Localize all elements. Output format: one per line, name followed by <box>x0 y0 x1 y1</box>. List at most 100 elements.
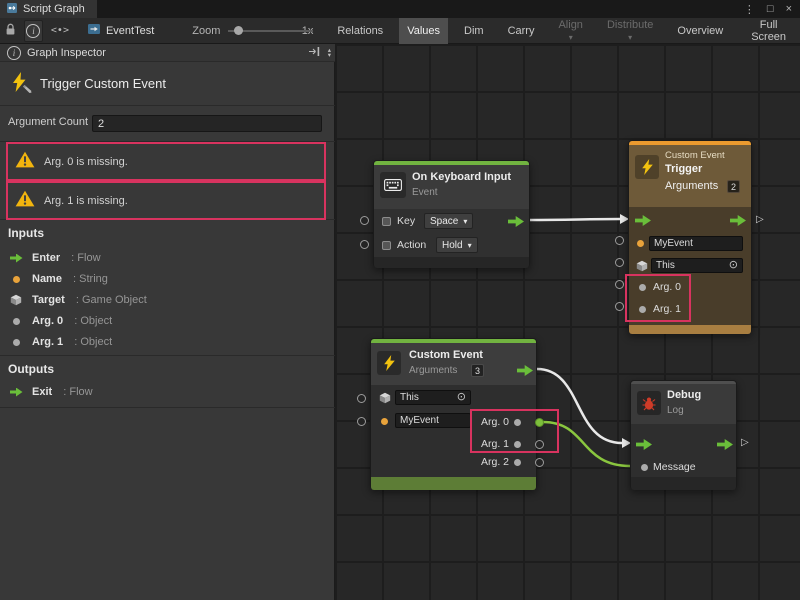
string-dot-icon <box>8 276 24 283</box>
arg1-output-port[interactable] <box>535 440 544 449</box>
code-icon[interactable]: <∙> <box>51 25 69 36</box>
dim-button[interactable]: Dim <box>456 18 492 44</box>
object-picker-icon[interactable]: ⊙ <box>729 260 738 271</box>
object-dot-icon <box>8 318 24 325</box>
node-debug-log[interactable]: Debug Log Message <box>630 380 737 490</box>
graph-asset-icon <box>87 23 101 38</box>
node-footer <box>631 477 736 490</box>
target-field[interactable]: This ⊙ <box>651 258 743 273</box>
flow-in-port[interactable] <box>635 215 651 226</box>
target-value: This <box>656 260 675 271</box>
argument-count-field[interactable]: 2 <box>92 115 322 132</box>
wire-args-to-debug[interactable] <box>537 369 622 443</box>
object-dot-icon <box>8 339 24 346</box>
zoom-slider[interactable] <box>228 24 293 38</box>
object-dot-icon <box>639 306 646 313</box>
chevron-down-icon: ▾ <box>569 33 573 42</box>
node-custom-event[interactable]: Custom Event Arguments 3 This ⊙ MyEvent … <box>370 338 537 490</box>
relations-button[interactable]: Relations <box>329 18 391 44</box>
io-row-name: Name : String <box>8 271 108 287</box>
close-icon[interactable]: × <box>786 3 792 15</box>
keyboard-icon <box>380 172 406 198</box>
action-dropdown[interactable]: Hold ▾ <box>436 237 478 253</box>
maximize-icon[interactable]: □ <box>767 3 774 15</box>
argument-count-badge: 3 <box>471 364 484 377</box>
warning-row: Arg. 0 is missing. <box>0 142 335 181</box>
input-port[interactable] <box>615 236 624 245</box>
lock-icon[interactable] <box>5 23 16 39</box>
port-label-action: Action <box>397 239 426 251</box>
overview-button[interactable]: Overview <box>669 18 731 44</box>
io-type: : Object <box>71 315 112 327</box>
warning-icon <box>15 151 35 173</box>
io-row-target: Target : Game Object <box>8 292 147 308</box>
io-name: Enter <box>32 252 60 264</box>
input-port[interactable] <box>357 394 366 403</box>
warning-row: Arg. 1 is missing. <box>0 181 335 220</box>
kebab-menu-icon[interactable]: ⋮ <box>744 3 755 16</box>
input-port[interactable] <box>357 417 366 426</box>
keycap-icon <box>382 217 391 226</box>
input-port[interactable] <box>360 216 369 225</box>
node-body: MyEvent This ⊙ Arg. 0 Arg. 1 <box>629 207 751 325</box>
key-dropdown[interactable]: Space ▾ <box>424 213 473 229</box>
flow-arrow-icon <box>8 254 24 263</box>
dock-panel-icon[interactable] <box>308 44 321 62</box>
input-port[interactable] <box>615 280 624 289</box>
target-field[interactable]: This ⊙ <box>395 390 471 405</box>
node-subtitle: Arguments <box>409 365 457 376</box>
inputs-section: Inputs Enter : Flow Name : String Target… <box>0 220 335 356</box>
io-type: : Object <box>71 336 112 348</box>
graph-asset[interactable]: EventTest <box>87 23 154 38</box>
node-title: On Keyboard Input <box>412 171 511 183</box>
carry-triangle-icon: ▷ <box>741 437 749 448</box>
carry-button[interactable]: Carry <box>500 18 543 44</box>
node-trigger-custom-event[interactable]: Custom Event Trigger Arguments 2 MyEvent… <box>628 140 752 334</box>
values-button[interactable]: Values <box>399 18 448 44</box>
node-body: This ⊙ MyEvent Arg. 0 Arg. 1 Arg. 2 <box>371 385 536 477</box>
io-type: : Flow <box>60 386 92 398</box>
flow-out-port[interactable] <box>730 215 746 226</box>
string-dot-icon <box>637 240 644 247</box>
align-button[interactable]: Align ▾ <box>550 18 590 44</box>
event-name-field[interactable]: MyEvent <box>395 413 471 428</box>
outputs-header: Outputs <box>8 362 54 376</box>
fullscreen-button[interactable]: Full Screen <box>739 18 798 44</box>
flow-arrow-icon <box>8 388 24 397</box>
tab-title: Script Graph <box>23 3 85 15</box>
info-button[interactable]: i <box>24 20 43 42</box>
object-picker-icon[interactable]: ⊙ <box>457 392 466 403</box>
node-kind: Custom Event <box>665 150 725 161</box>
window-controls: ⋮ □ × <box>744 3 800 16</box>
outputs-section: Outputs Exit : Flow <box>0 356 335 408</box>
node-footer <box>374 257 529 268</box>
flow-out-port[interactable] <box>508 216 524 227</box>
node-on-keyboard-input[interactable]: On Keyboard Input Event Key Space ▾ Acti… <box>373 160 530 268</box>
io-row-arg1: Arg. 1 : Object <box>8 334 112 350</box>
input-port[interactable] <box>615 302 624 311</box>
input-port[interactable] <box>360 240 369 249</box>
node-title: Custom Event <box>409 349 483 361</box>
object-dot-icon <box>514 419 521 426</box>
distribute-button[interactable]: Distribute ▾ <box>599 18 661 44</box>
input-port[interactable] <box>615 258 624 267</box>
graph-canvas[interactable]: On Keyboard Input Event Key Space ▾ Acti… <box>335 44 800 600</box>
io-name: Arg. 1 <box>32 336 63 348</box>
zoom-label: Zoom <box>192 25 220 37</box>
chevron-down-icon: ▾ <box>468 241 472 250</box>
wire-arg0-to-message[interactable] <box>543 422 630 466</box>
zoom-slider-thumb[interactable] <box>234 26 243 35</box>
arg0-label: Arg. 0 <box>475 416 509 428</box>
window-titlebar: Script Graph ⋮ □ × <box>0 0 800 18</box>
collapse-arrows-icon[interactable]: ▴▾ <box>328 48 331 58</box>
flow-in-port[interactable] <box>636 439 652 450</box>
tab-script-graph[interactable]: Script Graph <box>0 0 97 18</box>
inspector-header-title: Graph Inspector <box>27 47 106 59</box>
wire-keyboard-to-trigger[interactable] <box>528 219 620 220</box>
event-name-field[interactable]: MyEvent <box>649 236 743 251</box>
arg2-output-port[interactable] <box>535 458 544 467</box>
chevron-down-icon: ▾ <box>463 217 467 226</box>
flow-out-port[interactable] <box>717 439 733 450</box>
arg0-output-port[interactable] <box>535 418 544 427</box>
trigger-custom-event-icon <box>8 71 34 97</box>
